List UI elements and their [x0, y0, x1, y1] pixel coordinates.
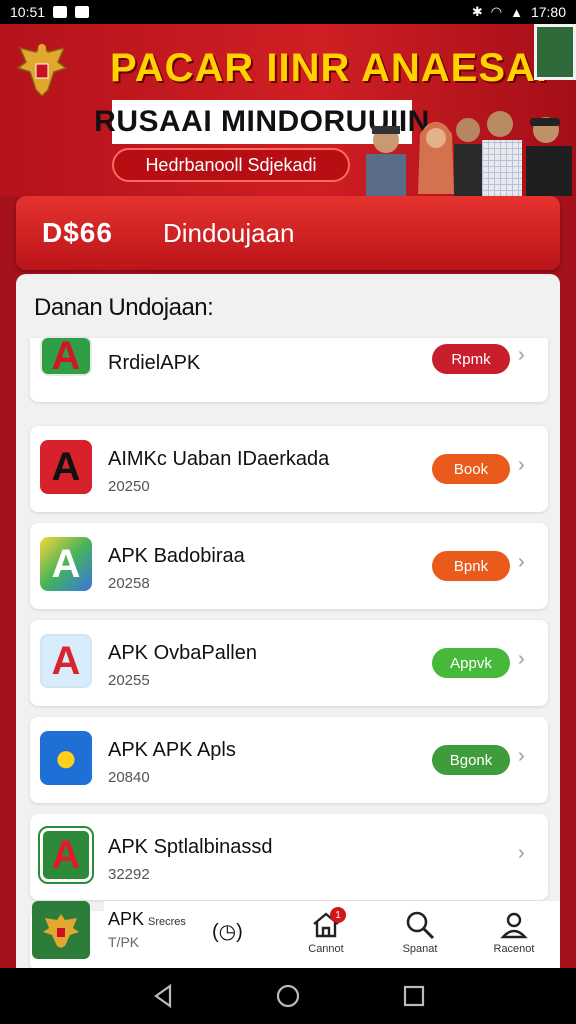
header-code: D$66 [42, 217, 113, 248]
item-year: 20840 [108, 769, 150, 786]
signal-icon: ▲ [510, 4, 523, 20]
list-item[interactable]: A APK OvbaPallen 20255 Appvk › [30, 620, 548, 706]
item-name: RrdielAPK [108, 352, 201, 374]
item-tag-button[interactable]: Rpmk [432, 344, 510, 374]
item-year: 20258 [108, 575, 150, 592]
banner-title: PACAR IINR ANAESAI [110, 46, 549, 90]
list-item[interactable]: A RrdielAPK Rpmk › [30, 334, 548, 402]
garuda-emblem-icon [16, 42, 68, 98]
item-name: APK Badobiraa [108, 545, 245, 567]
search-icon [406, 911, 435, 940]
recents-icon[interactable] [400, 982, 428, 1010]
apk-list-panel: Danan Undojaan: A RrdielAPK Rpmk › A AIM… [16, 274, 560, 968]
system-navigation-bar [0, 968, 576, 1024]
banner-flag-icon [534, 24, 576, 80]
bluetooth-icon: ✱ [471, 4, 483, 19]
section-title: Danan Undojaan: [34, 294, 214, 321]
item-year: 20250 [108, 478, 150, 495]
item-name: APK Sptlalbinassd [108, 836, 273, 858]
back-icon[interactable] [150, 982, 178, 1010]
clock-icon[interactable]: (◷) [212, 919, 243, 944]
profile-icon [500, 912, 528, 939]
promo-banner[interactable]: PACAR IINR ANAESAI RUSAAI MINDORUUIIN He… [0, 24, 576, 196]
list-item[interactable]: A AIMKc Uaban IDaerkada 20250 Book › [30, 426, 548, 512]
item-name: APK [108, 909, 145, 929]
item-tag-button[interactable]: Appvk [432, 648, 510, 678]
item-subtext: Srecres [148, 916, 186, 928]
nav-home[interactable]: 1 Cannot [290, 907, 362, 965]
garuda-icon [43, 914, 79, 948]
red-a-icon: A [40, 440, 92, 494]
wifi-icon: ◠ [490, 4, 503, 19]
app-screen: PACAR IINR ANAESAI RUSAAI MINDORUUIIN He… [0, 24, 576, 968]
category-header[interactable]: D$66 Dindoujaan [16, 196, 560, 270]
nav-search[interactable]: Spanat [384, 909, 456, 965]
chevron-right-icon: › [518, 551, 525, 573]
green-a-icon: A [40, 334, 92, 378]
nav-profile[interactable]: Racenot [478, 909, 550, 965]
home-circle-icon[interactable] [274, 982, 302, 1010]
item-year: 20255 [108, 672, 150, 689]
notification-icon [53, 6, 68, 18]
status-bar: 10:51 ✱ ◠ ▲ 17:80 [0, 0, 576, 24]
green-red-a-icon: A [38, 826, 94, 884]
blue-a-icon: A [40, 634, 92, 688]
list-item[interactable]: A APK Sptlalbinassd 32292 › [30, 814, 548, 900]
item-tag-button[interactable]: Bgonk [432, 745, 510, 775]
chevron-right-icon: › [518, 648, 525, 670]
bottom-navigation: APK Srecres T/PK (◷) 1 Cannot Spanat Race… [32, 901, 560, 968]
garuda-app-icon[interactable] [32, 901, 90, 959]
item-tag-button[interactable]: Bpnk [432, 551, 510, 581]
download-icon [75, 6, 90, 18]
status-time: 10:51 [10, 4, 46, 20]
item-year: 32292 [108, 866, 150, 883]
rainbow-a-icon: A [40, 537, 92, 591]
header-title: Dindoujaan [162, 217, 295, 248]
item-name: APK APK Apls [108, 739, 236, 761]
item-year: T/PK [108, 934, 140, 950]
chevron-right-icon: › [518, 344, 525, 366]
chevron-right-icon: › [518, 745, 525, 767]
notification-badge: 1 [330, 907, 346, 923]
nav-label: Spanat [402, 943, 438, 955]
list-item[interactable]: A APK Badobiraa 20258 Bpnk › [30, 523, 548, 609]
people-illustration [366, 111, 572, 196]
item-name: AIMKc Uaban IDaerkada [108, 448, 330, 470]
battery-text: 17:80 [530, 4, 566, 20]
list-item[interactable]: ● APK APK Apls 20840 Bgonk › [30, 717, 548, 803]
item-name: APK OvbaPallen [108, 642, 257, 664]
blue-circle-icon: ● [40, 731, 92, 785]
nav-label: Cannot [308, 943, 344, 955]
banner-cta-button[interactable]: Hedrbanooll Sdjekadi [112, 148, 350, 182]
nav-label: Racenot [493, 943, 535, 955]
chevron-right-icon: › [518, 454, 525, 476]
chevron-right-icon: › [518, 842, 525, 864]
bottom-list-item[interactable]: APK Srecres T/PK [108, 909, 186, 950]
item-tag-button[interactable]: Book [432, 454, 510, 484]
